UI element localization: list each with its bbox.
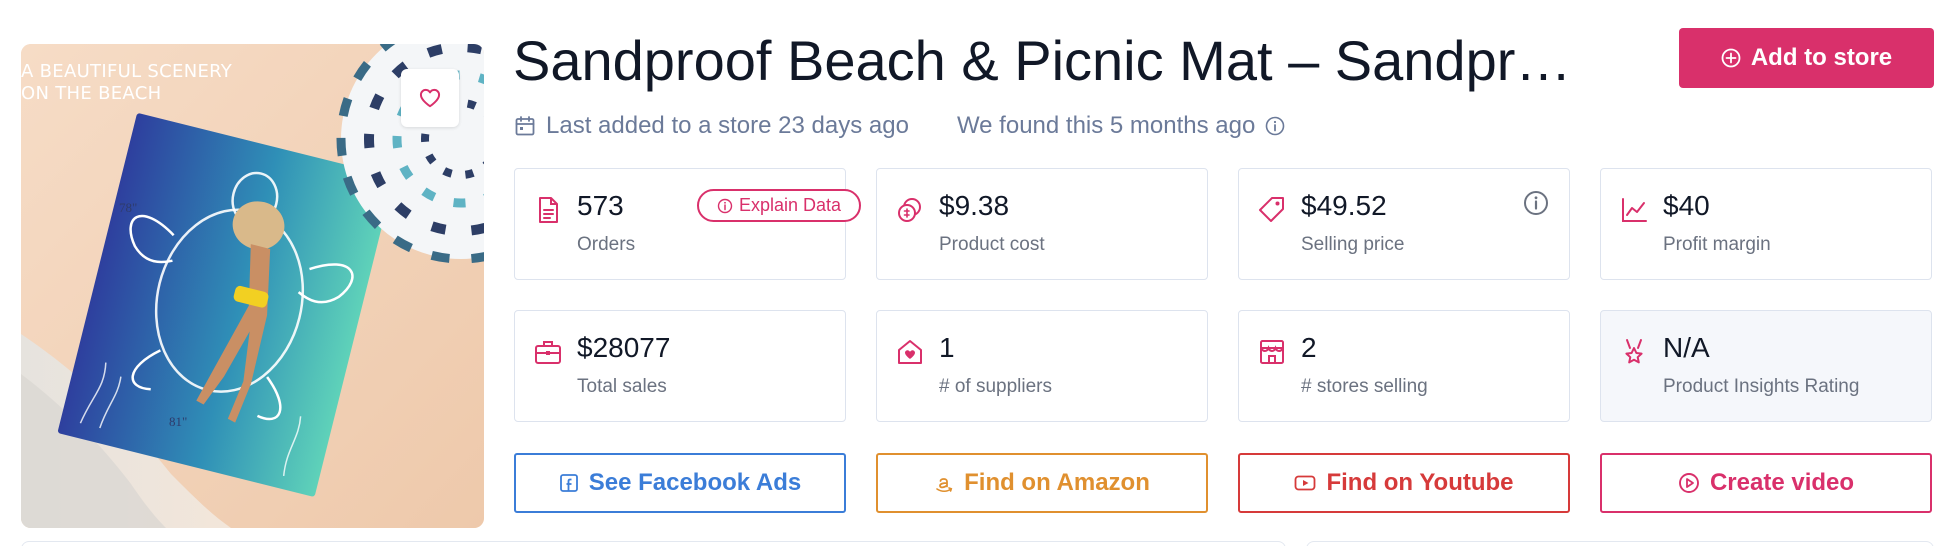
- youtube-icon: [1295, 475, 1316, 491]
- next-section-panel-left: [21, 541, 1286, 546]
- favorite-button[interactable]: [401, 69, 459, 127]
- insights-rating-value: N/A: [1663, 332, 1710, 363]
- product-cost-label: Product cost: [939, 234, 1045, 255]
- amazon-icon: [936, 478, 953, 493]
- stat-card-orders: 573 Orders: [514, 168, 846, 280]
- explain-data-button[interactable]: Explain Data: [697, 189, 861, 222]
- last-added-text: Last added to a store 23 days ago: [546, 112, 909, 139]
- dimension-height-label: 81": [169, 414, 187, 429]
- product-image: 78" 81" A BEAUTIFUL SCENERY ON THE BEACH: [21, 44, 484, 528]
- stores-selling-label: # stores selling: [1301, 376, 1428, 397]
- info-icon[interactable]: [1265, 116, 1285, 136]
- chart-line-icon: [1619, 195, 1649, 225]
- total-sales-label: Total sales: [577, 376, 667, 397]
- briefcase-icon: [533, 337, 563, 367]
- product-title: Sandproof Beach & Picnic Mat – Sandproof…: [513, 29, 1578, 92]
- image-caption-line1: A BEAUTIFUL SCENERY: [21, 61, 233, 82]
- insights-rating-label: Product Insights Rating: [1663, 376, 1860, 397]
- selling-price-value: $49.52: [1301, 190, 1387, 221]
- profit-margin-value: $40: [1663, 190, 1710, 221]
- stores-selling-value: 2: [1301, 332, 1317, 363]
- stat-card-total-sales: $28077 Total sales: [514, 310, 846, 422]
- stat-card-product-cost: $9.38 Product cost: [876, 168, 1208, 280]
- stat-card-stores-selling: 2 # stores selling: [1238, 310, 1570, 422]
- stat-card-profit-margin: $40 Profit margin: [1600, 168, 1932, 280]
- next-section-panel-right: [1306, 541, 1934, 546]
- image-caption: A BEAUTIFUL SCENERY ON THE BEACH: [21, 61, 232, 105]
- suppliers-label: # of suppliers: [939, 376, 1053, 397]
- found-date-text: We found this 5 months ago: [956, 112, 1256, 139]
- stat-card-selling-price: $49.52 Selling price: [1238, 168, 1570, 280]
- see-facebook-ads-button[interactable]: See Facebook Ads: [514, 453, 846, 513]
- tag-icon: [1257, 195, 1287, 225]
- total-sales-value: $28077: [577, 332, 671, 363]
- stat-card-suppliers: 1 # of suppliers: [876, 310, 1208, 422]
- heart-icon: [419, 88, 441, 108]
- plus-circle-icon: [1721, 48, 1741, 68]
- product-cost-value: $9.38: [939, 190, 1010, 221]
- image-caption-line2: ON THE BEACH: [21, 83, 162, 104]
- stat-card-insights-rating: N/A Product Insights Rating: [1600, 310, 1932, 422]
- coins-icon: [895, 195, 925, 225]
- profit-margin-label: Profit margin: [1663, 234, 1771, 255]
- orders-label: Orders: [577, 234, 636, 255]
- orders-value: 573: [577, 190, 624, 221]
- play-circle-icon: [1679, 473, 1699, 493]
- info-icon: [717, 198, 733, 213]
- suppliers-value: 1: [939, 332, 955, 363]
- house-heart-icon: [895, 337, 925, 367]
- store-icon: [1257, 337, 1287, 367]
- create-video-label: Create video: [1709, 469, 1855, 496]
- find-on-amazon-label: Find on Amazon: [964, 469, 1150, 496]
- facebook-icon: [559, 474, 578, 492]
- meta-row: Last added to a store 23 days ago We fou…: [514, 109, 1285, 143]
- find-on-youtube-label: Find on Youtube: [1326, 469, 1514, 496]
- calendar-icon: [514, 115, 536, 137]
- selling-price-label: Selling price: [1301, 234, 1405, 255]
- find-on-amazon-button[interactable]: Find on Amazon: [876, 453, 1208, 513]
- add-to-store-label: Add to store: [1750, 44, 1893, 71]
- find-on-youtube-button[interactable]: Find on Youtube: [1238, 453, 1570, 513]
- explain-data-label: Explain Data: [738, 195, 842, 215]
- selling-price-info-icon[interactable]: [1523, 190, 1549, 216]
- see-facebook-ads-label: See Facebook Ads: [588, 469, 802, 496]
- dimension-width-label: 78": [119, 200, 137, 215]
- create-video-button[interactable]: Create video: [1600, 453, 1932, 513]
- add-to-store-button[interactable]: Add to store: [1679, 28, 1934, 88]
- award-icon: [1619, 337, 1649, 367]
- document-icon: [533, 195, 563, 225]
